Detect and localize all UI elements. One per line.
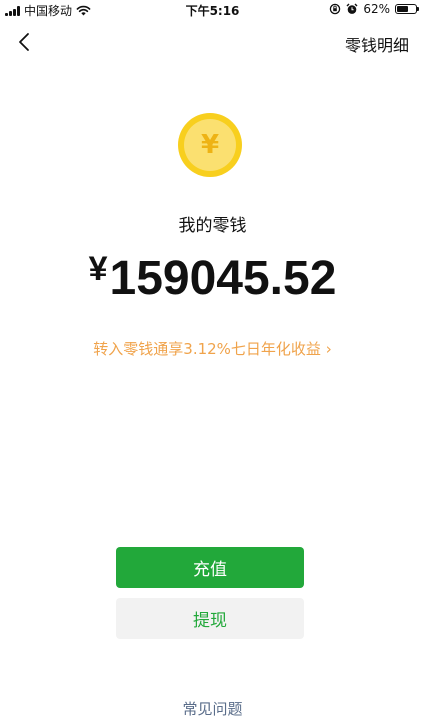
balance-amount: ¥159045.52: [0, 250, 425, 306]
orientation-lock-icon: [330, 3, 341, 15]
promo-link[interactable]: 转入零钱通享3.12%七日年化收益 ›: [0, 338, 425, 359]
battery-fill: [397, 6, 408, 12]
status-right: 62%: [329, 2, 419, 16]
page-title: 我的零钱: [178, 216, 247, 236]
chevron-left-icon: [19, 33, 29, 51]
coin-symbol: ¥: [184, 119, 236, 171]
status-bar: 中国移动 下午5:16 62%: [0, 0, 425, 20]
balance-value: 159045.52: [109, 252, 337, 305]
balance-detail-link[interactable]: 零钱明细: [345, 32, 409, 56]
withdraw-button[interactable]: 提现: [116, 598, 304, 639]
alarm-icon: [346, 3, 358, 14]
faq-link[interactable]: 常见问题: [0, 698, 425, 719]
nav-bar: 零钱明细: [0, 28, 425, 58]
battery-percent: 62%: [363, 2, 390, 16]
battery-icon: [395, 4, 419, 14]
back-button[interactable]: [12, 28, 36, 56]
currency-symbol: ¥: [88, 250, 108, 288]
yuan-coin-icon: ¥: [178, 113, 242, 177]
recharge-button[interactable]: 充值: [116, 547, 304, 588]
